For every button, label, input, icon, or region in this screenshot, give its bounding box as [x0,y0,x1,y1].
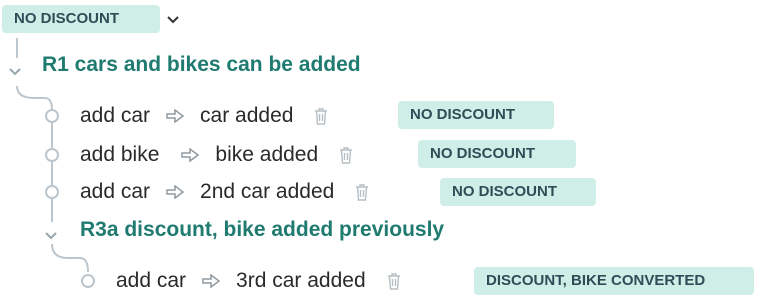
step-node-icon [45,109,59,123]
step-row[interactable]: add car 2nd car added [80,177,370,207]
step-badge-label: NO DISCOUNT [410,106,515,123]
step-action: add car [80,180,151,203]
step-status-badge: NO DISCOUNT [418,140,576,168]
step-status-badge: DISCOUNT, BIKE CONVERTED [474,267,754,295]
rule-title[interactable]: R1 cars and bikes can be added [42,52,361,78]
step-node-icon [45,185,59,199]
step-row[interactable]: add bike bike added [80,140,354,170]
step-result: bike added [215,143,319,166]
chevron-down-icon[interactable] [8,64,22,82]
chevron-down-icon[interactable] [166,12,180,30]
step-result: 3rd car added [236,269,366,292]
step-badge-label: DISCOUNT, BIKE CONVERTED [486,272,706,289]
step-result: 2nd car added [200,180,335,203]
step-node-icon [45,148,59,162]
step-badge-label: NO DISCOUNT [452,183,557,200]
root-status-badge: NO DISCOUNT [2,5,160,33]
arrow-right-icon [166,109,185,123]
step-node-icon [81,274,95,288]
step-row[interactable]: add car 3rd car added [116,266,402,296]
arrow-right-icon [181,148,200,162]
step-status-badge: NO DISCOUNT [440,178,596,206]
root-badge-label: NO DISCOUNT [14,10,119,27]
arrow-right-icon [202,274,221,288]
trash-icon[interactable] [354,183,370,201]
trash-icon[interactable] [386,272,402,290]
trash-icon[interactable] [313,107,329,125]
step-action: add bike [80,143,160,166]
step-row[interactable]: add car car added [80,101,329,131]
step-result: car added [200,104,294,127]
chevron-down-icon[interactable] [44,228,58,246]
step-badge-label: NO DISCOUNT [430,145,535,162]
rule-title[interactable]: R3a discount, bike added previously [80,217,444,243]
step-status-badge: NO DISCOUNT [398,101,554,129]
trash-icon[interactable] [338,146,354,164]
arrow-right-icon [166,185,185,199]
step-action: add car [80,104,151,127]
step-action: add car [116,269,187,292]
